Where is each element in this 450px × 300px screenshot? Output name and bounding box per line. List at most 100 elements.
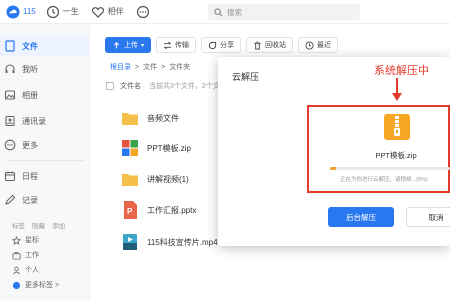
folder-icon [122,113,138,125]
life-label: 一生 [62,7,79,16]
tag-label: 更多标签 > [25,282,60,289]
tag-label: 工作 [25,252,39,259]
share-icon [208,41,217,49]
share-button[interactable]: 分享 [201,37,242,53]
sidebar-divider [8,160,84,161]
clock-icon [46,5,59,18]
transfer-icon [163,41,172,49]
heart-icon [91,6,104,18]
recycle-label: 回收站 [265,42,287,49]
transfer-button[interactable]: 传输 [156,37,197,53]
contacts-icon [5,115,15,127]
dialog-title: 云解压 [232,72,260,82]
breadcrumb-files[interactable]: 文件 [143,62,157,72]
tags-header: 标签 隐藏 添加 [12,220,65,230]
cloud-unzip-dialog: 云解压 PPT模板.zip 正在为你进行云解压，请稍候...(5%) 后台解压 … [218,57,450,246]
more-dots-icon [136,5,149,18]
star-icon [12,235,21,245]
sidebar-item-notes[interactable]: 记录 [0,190,90,210]
breadcrumb-root[interactable]: 根目录 [110,62,131,72]
life-tab[interactable]: 一生 [46,0,79,24]
file-name: 讲解视频(1) [147,174,189,184]
sidebar-item-files[interactable]: 文件 [0,36,90,56]
tag-label: 星标 [25,237,39,244]
recycle-bin-button[interactable]: 回收站 [246,37,294,53]
briefcase-icon [12,251,21,260]
album-tab[interactable]: 相伴 [91,0,124,24]
tag-item-more[interactable]: 更多标签 > [12,280,59,290]
sidebar-item-label: 文件 [22,41,38,51]
chevron-down-icon: ▾ [141,42,145,49]
sidebar-item-label: 日程 [22,171,38,181]
file-icon [5,40,15,52]
svg-text:P: P [127,207,133,216]
video-icon [123,234,137,250]
cancel-button[interactable]: 取消 [406,207,450,227]
arrow-down-icon [392,78,402,101]
calendar-icon [4,171,16,182]
progress-text: 正在为你进行云解压，请稍候...(5%) [340,177,428,183]
list-header: 文件名 当前共3个文件，2个文件夹 [106,81,234,91]
sidebar-item-contacts[interactable]: 通讯录 [0,111,90,131]
sidebar-item-calendar[interactable]: 日程 [0,166,90,186]
recent-label: 最近 [317,42,332,49]
headphone-icon [5,64,15,73]
sidebar-item-album[interactable]: 相册 [0,85,90,105]
file-row[interactable]: 讲解视频(1) [106,168,216,190]
cloud-logo-icon [6,5,20,18]
brand-label: 115 [23,7,36,16]
tag-item-personal[interactable]: 个人 [12,265,39,275]
transfer-label: 传输 [175,42,190,49]
file-name: PPT模板.zip [147,143,192,153]
tags-add-link[interactable]: 添加 [52,220,65,230]
breadcrumb-folder[interactable]: 文件夹 [169,62,190,72]
upload-icon [113,41,120,48]
pptx-icon: P [124,201,137,219]
upload-label: 上传 [124,42,138,49]
tags-hide-link[interactable]: 隐藏 [32,220,45,230]
select-all-checkbox[interactable] [106,82,114,90]
file-name: 115科技宣传片.mp4 [147,237,218,247]
share-label: 分享 [220,42,235,49]
file-row[interactable]: 115科技宣传片.mp4 [106,231,218,253]
search-placeholder: 搜索 [227,7,242,17]
zip-archive-icon [384,114,410,140]
file-row[interactable]: 音频文件 [106,107,216,129]
more-icon [4,139,16,151]
top-bar: 115 一生 相伴 搜索 [0,0,450,24]
search-icon [214,7,223,16]
zip-icon [122,140,138,156]
search-input[interactable]: 搜索 [208,4,360,20]
note-icon [5,194,16,205]
sidebar-item-listen[interactable]: 我听 [0,59,90,79]
unzip-progress-bar [330,167,450,170]
file-name: 工作汇报.pptx [147,205,197,215]
toolbar: 上传 ▾ 传输 分享 回收站 最近 [105,37,339,53]
upload-button[interactable]: 上传 ▾ [105,37,152,53]
album-label: 相伴 [107,7,124,16]
column-filename[interactable]: 文件名 [120,81,141,91]
file-row[interactable]: P 工作汇报.pptx [106,199,216,221]
breadcrumb: 根目录 > 文件 > 文件夹 [110,62,190,72]
background-unzip-button[interactable]: 后台解压 [328,207,394,227]
sidebar-item-label: 记录 [22,195,38,205]
sidebar-item-label: 通讯录 [22,116,46,126]
progress-fill [330,167,336,170]
recent-button[interactable]: 最近 [298,37,339,53]
brand-115[interactable]: 115 [6,0,36,24]
more-tab[interactable] [136,0,153,24]
trash-icon [254,40,261,50]
file-row[interactable]: PPT模板.zip [106,137,216,159]
annotation-label: 系统解压中 [374,65,429,77]
tag-item-star[interactable]: 星标 [12,235,39,245]
sidebar: 文件 我听 相册 通讯录 更多 日程 记录 标签 隐藏 添加 星标 工作 个人 [0,24,90,300]
file-name: 音频文件 [147,113,179,123]
tag-icon [12,281,21,289]
tag-item-work[interactable]: 工作 [12,250,39,260]
folder-icon [122,174,138,186]
sidebar-item-label: 相册 [22,90,38,100]
sidebar-item-more[interactable]: 更多 [0,135,90,155]
sidebar-item-label: 更多 [22,140,38,150]
tags-title: 标签 [12,223,25,230]
sidebar-item-label: 我听 [22,64,38,74]
